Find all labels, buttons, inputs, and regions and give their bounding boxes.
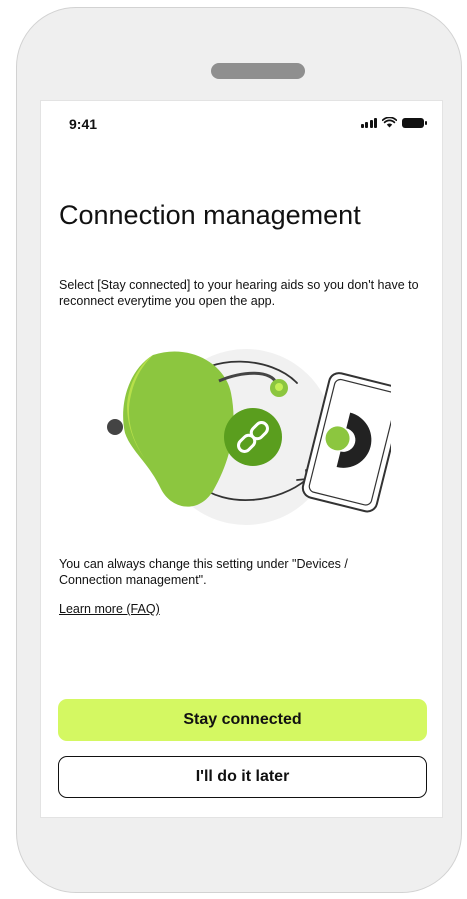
- link-icon: [224, 408, 282, 466]
- intro-text: Select [Stay connected] to your hearing …: [59, 278, 419, 308]
- status-time: 9:41: [69, 116, 98, 132]
- page-title: Connection management: [59, 200, 361, 230]
- app-screen: 9:41 Connection management Select [Stay …: [40, 100, 443, 818]
- do-it-later-button[interactable]: I'll do it later: [58, 756, 427, 798]
- connection-illustration: [107, 349, 391, 525]
- phone-speaker: [211, 63, 305, 79]
- stay-connected-button[interactable]: Stay connected: [58, 699, 427, 741]
- settings-note: You can always change this setting under…: [59, 557, 348, 587]
- status-icons: [360, 116, 427, 128]
- signal-icon: [360, 118, 377, 128]
- faq-link[interactable]: Learn more (FAQ): [59, 602, 160, 616]
- wifi-icon: [382, 117, 397, 128]
- battery-icon: [402, 118, 427, 128]
- status-bar: 9:41: [41, 101, 442, 145]
